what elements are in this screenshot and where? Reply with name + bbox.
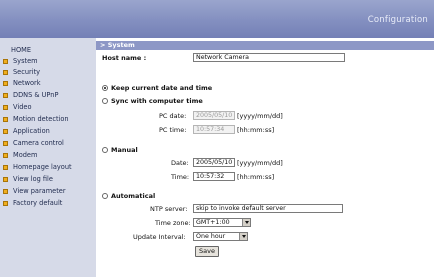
sidebar-item-label: Modem: [13, 151, 38, 159]
date-label: Date:: [171, 159, 189, 167]
sidebar-item-label: Video: [13, 103, 32, 111]
update-interval-label: Update Interval:: [133, 233, 186, 241]
bullet-icon: [3, 201, 8, 206]
sidebar-item-factory-default[interactable]: Factory default: [0, 198, 96, 209]
bullet-icon: [3, 93, 8, 98]
ntp-server-input[interactable]: skip to invoke default server: [193, 204, 343, 213]
sidebar-item-label: System: [13, 57, 38, 65]
sidebar-item-application[interactable]: Application: [0, 126, 96, 137]
sidebar-item-view-log-file[interactable]: View log file: [0, 174, 96, 185]
date-input[interactable]: 2005/05/10: [193, 158, 235, 167]
time-zone-label: Time zone:: [155, 219, 191, 227]
main-content: > System Host name : Network Camera Keep…: [96, 38, 434, 277]
pc-date-input[interactable]: 2005/05/10: [193, 111, 235, 120]
sidebar-item-camera-control[interactable]: Camera control: [0, 138, 96, 149]
sidebar-item-label: Network: [13, 79, 41, 87]
bullet-icon: [3, 177, 8, 182]
bullet-icon: [3, 129, 8, 134]
sidebar-nav: HOME System Security Network DDNS & UPnP…: [0, 38, 96, 277]
sidebar-item-ddns-upnp[interactable]: DDNS & UPnP: [0, 90, 96, 101]
save-button[interactable]: Save: [195, 246, 219, 257]
automatical-radio[interactable]: [102, 193, 108, 199]
sync-time-label: Sync with computer time: [111, 97, 203, 105]
ntp-server-label: NTP server:: [150, 205, 188, 213]
keep-time-label: Keep current date and time: [111, 84, 213, 92]
sidebar-item-view-parameter[interactable]: View parameter: [0, 186, 96, 197]
sidebar-item-label: View parameter: [13, 187, 66, 195]
sidebar-item-label: Camera control: [13, 139, 64, 147]
sidebar-item-network[interactable]: Network: [0, 78, 96, 89]
sidebar-item-system[interactable]: System: [0, 56, 96, 67]
sidebar-item-security[interactable]: Security: [0, 67, 96, 78]
bullet-icon: [3, 59, 8, 64]
update-interval-value: One hour: [196, 233, 226, 240]
page-header-title: Configuration: [367, 15, 428, 25]
top-banner: Configuration: [0, 0, 434, 38]
pc-time-format: [hh:mm:ss]: [237, 126, 275, 134]
date-format: [yyyy/mm/dd]: [237, 159, 283, 167]
section-title: > System: [100, 41, 135, 49]
sidebar-item-homepage-layout[interactable]: Homepage layout: [0, 162, 96, 173]
sidebar-item-motion-detection[interactable]: Motion detection: [0, 114, 96, 125]
sidebar-item-label: Security: [13, 68, 41, 76]
time-zone-value: GMT+1:00: [196, 219, 230, 226]
chevron-down-icon: [239, 233, 247, 240]
sidebar-item-label: Application: [13, 127, 50, 135]
bullet-icon: [3, 81, 8, 86]
sidebar-item-label: Homepage layout: [13, 163, 72, 171]
keep-time-radio[interactable]: [102, 85, 108, 91]
manual-label: Manual: [111, 146, 138, 154]
chevron-down-icon: [242, 219, 250, 226]
bullet-icon: [3, 70, 8, 75]
host-name-input[interactable]: Network Camera: [193, 53, 345, 62]
pc-date-label: PC date:: [159, 112, 187, 120]
bullet-icon: [3, 105, 8, 110]
sidebar-item-label: Factory default: [13, 199, 63, 207]
bullet-icon: [3, 189, 8, 194]
pc-time-label: PC time:: [159, 126, 187, 134]
host-name-label: Host name :: [102, 54, 147, 62]
time-input[interactable]: 10:57:32: [193, 172, 235, 181]
sidebar-item-modem[interactable]: Modem: [0, 150, 96, 161]
sidebar-item-home[interactable]: HOME: [0, 45, 96, 56]
sidebar-item-video[interactable]: Video: [0, 102, 96, 113]
bullet-icon: [3, 153, 8, 158]
pc-date-format: [yyyy/mm/dd]: [237, 112, 283, 120]
time-format: [hh:mm:ss]: [237, 173, 275, 181]
sidebar-item-label: HOME: [11, 46, 32, 54]
manual-radio[interactable]: [102, 147, 108, 153]
sidebar-item-label: View log file: [13, 175, 53, 183]
sidebar-item-label: DDNS & UPnP: [13, 91, 59, 99]
sync-time-radio[interactable]: [102, 98, 108, 104]
time-label: Time:: [171, 173, 190, 181]
pc-time-input[interactable]: 10:57:34: [193, 125, 235, 134]
sidebar-item-label: Motion detection: [13, 115, 69, 123]
bullet-icon: [3, 141, 8, 146]
time-zone-select[interactable]: GMT+1:00: [193, 218, 251, 227]
section-header: > System: [96, 41, 434, 50]
automatical-label: Automatical: [111, 192, 156, 200]
bullet-icon: [3, 117, 8, 122]
bullet-icon: [3, 165, 8, 170]
update-interval-select[interactable]: One hour: [193, 232, 248, 241]
